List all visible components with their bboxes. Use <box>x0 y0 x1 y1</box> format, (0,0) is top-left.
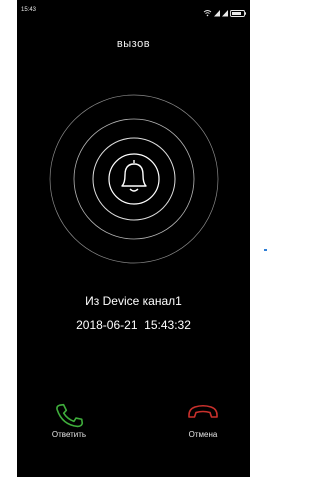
signal-icon <box>222 10 228 17</box>
phone-hangup-icon <box>188 404 218 418</box>
middle-ring <box>73 118 195 240</box>
battery-icon <box>230 10 246 17</box>
phone-answer-icon <box>56 403 84 428</box>
answer-button[interactable]: Ответить <box>29 400 109 450</box>
cancel-label: Отмена <box>188 430 218 439</box>
status-bar: 15:43 <box>17 0 250 22</box>
answer-label: Ответить <box>51 430 87 439</box>
caller-name: Из Device канал1 <box>85 294 182 308</box>
call-datetime: 2018-06-21 15:43:32 <box>76 318 191 332</box>
status-icons <box>202 5 250 17</box>
wifi-icon <box>203 10 212 17</box>
outer-ring <box>49 94 219 264</box>
inner-ring <box>92 137 176 221</box>
ringing-animation <box>49 94 219 264</box>
decline-button[interactable]: Отмена <box>163 400 243 450</box>
signal-icon <box>214 10 220 17</box>
incoming-call-screen: 15:43 вызов Из Device канал1 2018-06-21 … <box>17 0 250 477</box>
status-time: 15:43 <box>21 7 37 13</box>
side-marker <box>264 249 267 251</box>
call-title: вызов <box>116 38 151 50</box>
bell-icon <box>121 160 147 192</box>
